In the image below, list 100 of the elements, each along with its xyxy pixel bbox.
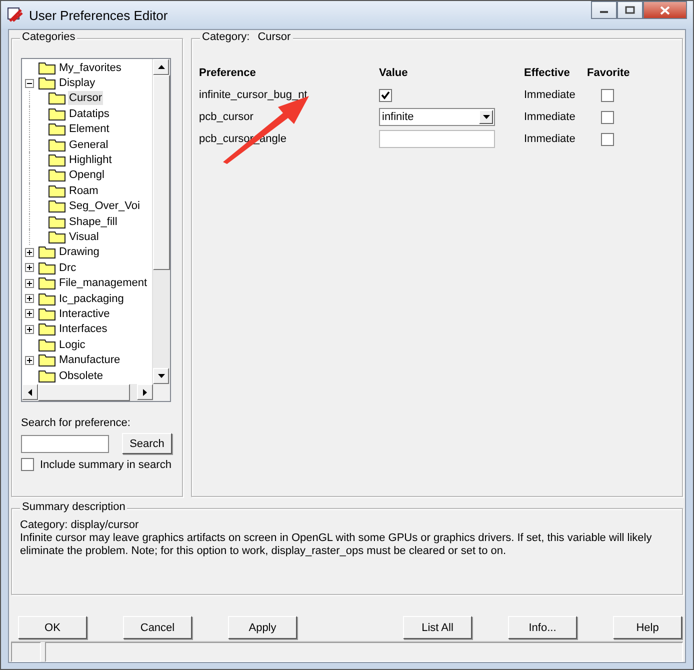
expander-icon[interactable] [25,294,34,304]
favorite-checkbox[interactable] [601,88,614,102]
folder-icon [38,306,56,321]
folder-icon [38,353,56,368]
folder-icon [48,168,66,182]
maximize-button[interactable] [617,1,643,19]
tree-item[interactable]: Manufacture [58,353,122,368]
scrollbar-corner [153,384,170,401]
folder-icon [38,260,56,275]
dialog-button[interactable]: List All [403,616,472,639]
app-icon [7,7,23,23]
value-dropdown[interactable]: infinite [379,108,495,126]
tree-item[interactable]: Display [58,76,96,90]
tree-item[interactable]: Seg_Over_Voi [68,199,141,214]
minimize-button[interactable] [591,1,617,19]
tree-item[interactable]: Shape_fill [68,214,118,229]
close-icon [660,6,670,14]
tree-item[interactable]: Roam [68,184,100,198]
tree-item[interactable]: Drawing [58,245,100,260]
folder-icon [38,292,56,306]
column-header: Preference [199,67,257,79]
value-checkbox[interactable] [379,88,392,102]
scroll-left-button[interactable] [22,384,38,400]
close-button[interactable] [643,1,687,19]
folder-icon [48,91,66,106]
folder-icon [38,276,56,290]
search-field[interactable] [21,434,109,452]
tree-item[interactable]: My_favorites [58,60,122,75]
folder-icon [48,214,66,229]
scroll-right-button[interactable] [137,384,153,400]
folder-icon [48,199,66,214]
effective-value: Immediate [524,111,576,123]
favorite-checkbox[interactable] [601,132,614,146]
dialog-button[interactable]: Help [613,616,682,639]
folder-icon [48,184,66,198]
tree-item[interactable]: Logic [58,338,86,352]
tree-item[interactable]: Interfaces [58,322,108,336]
tree-item[interactable]: File_management [58,276,148,290]
window-title: User Preferences Editor [29,8,168,22]
scroll-down-button[interactable] [153,368,169,384]
preference-name: infinite_cursor_bug_nt [199,89,308,101]
scroll-thumb[interactable] [153,75,170,270]
tree-item[interactable]: Cursor [68,91,104,106]
tree-item[interactable]: Element [68,122,110,136]
scroll-up-button[interactable] [153,59,169,75]
scroll-thumb[interactable] [38,384,130,401]
tree-item[interactable]: Datatips [68,106,110,121]
effective-value: Immediate [524,89,576,101]
folder-icon [38,245,56,260]
preference-name: pcb_cursor [199,111,254,123]
column-header: Value [379,67,409,79]
dialog-button[interactable]: Cancel [123,616,192,639]
expander-icon[interactable] [25,324,34,334]
folder-icon [38,338,56,352]
maximize-icon [625,6,635,14]
left-arrow-icon [28,388,32,396]
expander-icon[interactable] [25,78,34,88]
checkbox[interactable] [21,458,34,471]
dialog-button[interactable]: Info... [508,616,577,639]
tree-item[interactable]: Visual [68,230,100,244]
folder-icon [38,60,56,75]
tree-item[interactable]: Ic_packaging [58,292,125,306]
effective-value: Immediate [524,133,576,145]
group-title: Categories [20,31,78,43]
folder-icon [48,138,66,152]
up-arrow-icon [158,65,164,69]
checkbox-label: Include summary in search [40,458,172,470]
folder-icon [38,322,56,336]
tree-item[interactable]: Opengl [68,168,106,182]
tree-item[interactable]: Interactive [58,306,111,321]
expander-icon[interactable] [25,248,34,257]
column-header: Favorite [587,67,631,79]
category-value: Cursor [258,31,293,43]
expander-icon[interactable] [25,278,34,288]
dialog-button[interactable]: OK [18,616,87,639]
expander-icon[interactable] [25,309,34,318]
column-header: Effective [524,67,571,79]
dialog-button[interactable]: Apply [228,616,297,639]
search-label: Search for preference: [21,417,132,429]
folder-icon [48,106,66,121]
tree-item[interactable]: Highlight [68,153,113,168]
right-arrow-icon [143,388,147,396]
summary-category: Category: display/cursor [20,519,140,532]
tree-item[interactable]: General [68,138,110,152]
folder-icon [48,230,66,244]
tree-item[interactable]: Drc [58,260,78,275]
tree-item[interactable]: Obsolete [58,368,104,382]
down-arrow-icon [158,374,164,378]
expander-icon[interactable] [25,263,34,272]
horizontal-scrollbar[interactable] [22,384,170,401]
folder-icon [48,153,66,168]
vertical-scrollbar[interactable] [152,59,170,384]
expander-icon[interactable] [25,356,34,365]
value-field[interactable] [379,130,495,148]
group-title: Summary description [20,501,128,513]
search-button[interactable]: Search [122,433,172,454]
folder-icon [38,76,56,90]
summary-text: Infinite cursor may leave graphics artifacts on screen in OpenGL with some GPUs or graphics drivers. If set, this variable will likely eliminate the problem. Note; for this option to work, display_raster_ops must be cleared or set to on. [20,532,653,558]
favorite-checkbox[interactable] [601,110,614,124]
folder-icon [48,122,66,136]
